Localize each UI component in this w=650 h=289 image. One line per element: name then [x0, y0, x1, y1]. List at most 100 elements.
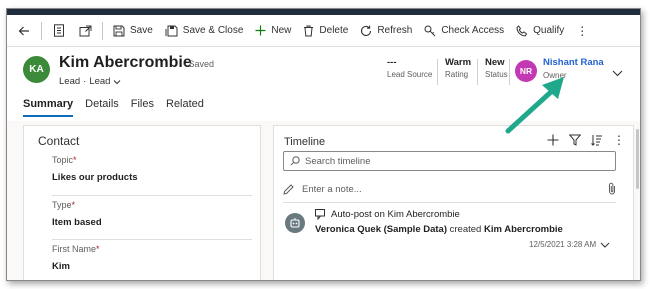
- save-and-close-label: Save & Close: [182, 25, 244, 36]
- rating-label: Rating: [445, 70, 469, 79]
- tab-files[interactable]: Files: [131, 97, 154, 119]
- new-button[interactable]: New: [249, 18, 297, 44]
- chevron-down-icon: [114, 79, 121, 84]
- post-title-text: Auto-post on Kim Abercrombie: [331, 209, 460, 220]
- timeline-section: Timeline ⋮ Search timeline Enter a note.…: [273, 125, 634, 280]
- expand-header-button[interactable]: [612, 64, 623, 82]
- more-commands-button[interactable]: ⋮: [570, 18, 594, 44]
- form-selector-button[interactable]: [46, 18, 72, 44]
- post-timestamp: 12/5/2021 3:28 AM: [529, 240, 610, 249]
- post-date-text: 12/5/2021 3:28 AM: [529, 240, 597, 249]
- delete-button-label: Delete: [319, 25, 349, 36]
- save-icon: [113, 25, 125, 36]
- search-placeholder: Search timeline: [305, 155, 371, 167]
- back-button[interactable]: [11, 18, 37, 44]
- check-access-label: Check Access: [441, 25, 505, 36]
- record-subtitle: Lead · Lead: [59, 76, 121, 87]
- save-close-icon: [165, 25, 178, 36]
- note-input[interactable]: Enter a note...: [283, 180, 616, 198]
- back-arrow-icon: [18, 26, 29, 35]
- owner-link[interactable]: Nishant Rana: [543, 57, 604, 68]
- topic-value: Likes our products: [52, 172, 138, 183]
- lead-source-label: Lead Source: [387, 70, 433, 79]
- timeline-title: Timeline: [284, 136, 326, 148]
- post-verb: created: [449, 224, 482, 235]
- timeline-search-input[interactable]: Search timeline: [283, 151, 616, 171]
- header-divider: [477, 59, 478, 85]
- note-placeholder: Enter a note...: [302, 183, 362, 195]
- tab-related[interactable]: Related: [166, 97, 204, 119]
- new-button-label: New: [271, 25, 292, 36]
- toolbar-divider: [41, 21, 42, 40]
- contact-section: Contact Topic* Likes our products Type* …: [23, 125, 261, 280]
- key-icon: [424, 25, 436, 36]
- required-marker: *: [71, 200, 76, 210]
- form-icon: [54, 24, 64, 37]
- open-new-window-icon: [79, 25, 91, 36]
- pencil-icon: [283, 183, 294, 195]
- more-options-icon[interactable]: ⋮: [613, 133, 625, 147]
- status-value: New: [485, 57, 505, 68]
- lead-source-value: ---: [387, 57, 397, 68]
- toolbar-divider: [102, 21, 103, 40]
- command-bar: Save Save & Close New Delete Refresh Che…: [7, 15, 640, 47]
- open-new-window-button[interactable]: [72, 18, 98, 44]
- form-selector[interactable]: Lead: [89, 76, 121, 87]
- subtitle-separator: ·: [83, 76, 87, 87]
- first-name-field[interactable]: First Name* Kim: [52, 244, 248, 272]
- search-icon: [290, 156, 300, 166]
- post-avatar: [285, 213, 305, 233]
- trash-icon: [304, 25, 314, 36]
- record-avatar: KA: [23, 56, 50, 83]
- plus-icon: [255, 25, 266, 36]
- required-marker: *: [73, 155, 77, 165]
- tab-details[interactable]: Details: [85, 97, 119, 119]
- header-field-rating[interactable]: Warm Rating: [445, 57, 471, 79]
- entity-name: Lead: [59, 76, 81, 87]
- check-access-button[interactable]: Check Access: [418, 18, 510, 44]
- app-window: Save Save & Close New Delete Refresh Che…: [6, 8, 641, 281]
- post-title: Auto-post on Kim Abercrombie: [315, 209, 460, 220]
- bot-icon: [290, 218, 300, 228]
- phone-icon: [516, 24, 528, 36]
- tab-summary[interactable]: Summary: [23, 97, 74, 119]
- record-title: Kim Abercrombie: [59, 54, 192, 71]
- save-button-label: Save: [130, 25, 153, 36]
- timeline-divider: [283, 202, 616, 203]
- chevron-down-icon[interactable]: [600, 242, 610, 248]
- type-field[interactable]: Type* Item based: [52, 200, 248, 228]
- field-divider: [52, 195, 252, 196]
- refresh-icon: [361, 25, 372, 36]
- post-icon: [315, 209, 325, 220]
- qualify-button[interactable]: Qualify: [510, 18, 570, 44]
- refresh-button[interactable]: Refresh: [354, 18, 418, 44]
- header-divider: [437, 59, 438, 85]
- page-scrollbar[interactable]: [636, 129, 639, 189]
- required-marker: *: [96, 244, 100, 254]
- first-name-label: First Name*: [52, 244, 100, 254]
- topic-field[interactable]: Topic* Likes our products: [52, 155, 248, 183]
- save-button[interactable]: Save: [107, 18, 159, 44]
- first-name-value: Kim: [52, 261, 70, 272]
- more-icon: ⋮: [576, 23, 589, 38]
- attachment-icon[interactable]: [608, 182, 616, 195]
- header-field-lead-source[interactable]: --- Lead Source: [387, 57, 432, 79]
- topic-label: Topic*: [52, 155, 77, 165]
- form-name: Lead: [89, 76, 111, 87]
- sort-icon[interactable]: [591, 134, 603, 146]
- field-divider: [52, 239, 252, 240]
- type-label: Type*: [52, 200, 76, 210]
- save-and-close-button[interactable]: Save & Close: [159, 18, 250, 44]
- qualify-button-label: Qualify: [533, 25, 565, 36]
- delete-button[interactable]: Delete: [297, 18, 354, 44]
- chevron-down-icon: [612, 70, 623, 77]
- post-subject[interactable]: Kim Abercrombie: [484, 224, 563, 235]
- annotation-arrow-icon: [505, 77, 564, 134]
- contact-section-title: Contact: [38, 134, 80, 148]
- save-status: - Saved: [183, 59, 215, 69]
- post-body: Veronica Quek (Sample Data) created Kim …: [315, 224, 563, 235]
- post-author[interactable]: Veronica Quek (Sample Data): [315, 224, 447, 235]
- rating-value: Warm: [445, 57, 472, 68]
- type-value: Item based: [52, 217, 102, 228]
- refresh-button-label: Refresh: [377, 25, 413, 36]
